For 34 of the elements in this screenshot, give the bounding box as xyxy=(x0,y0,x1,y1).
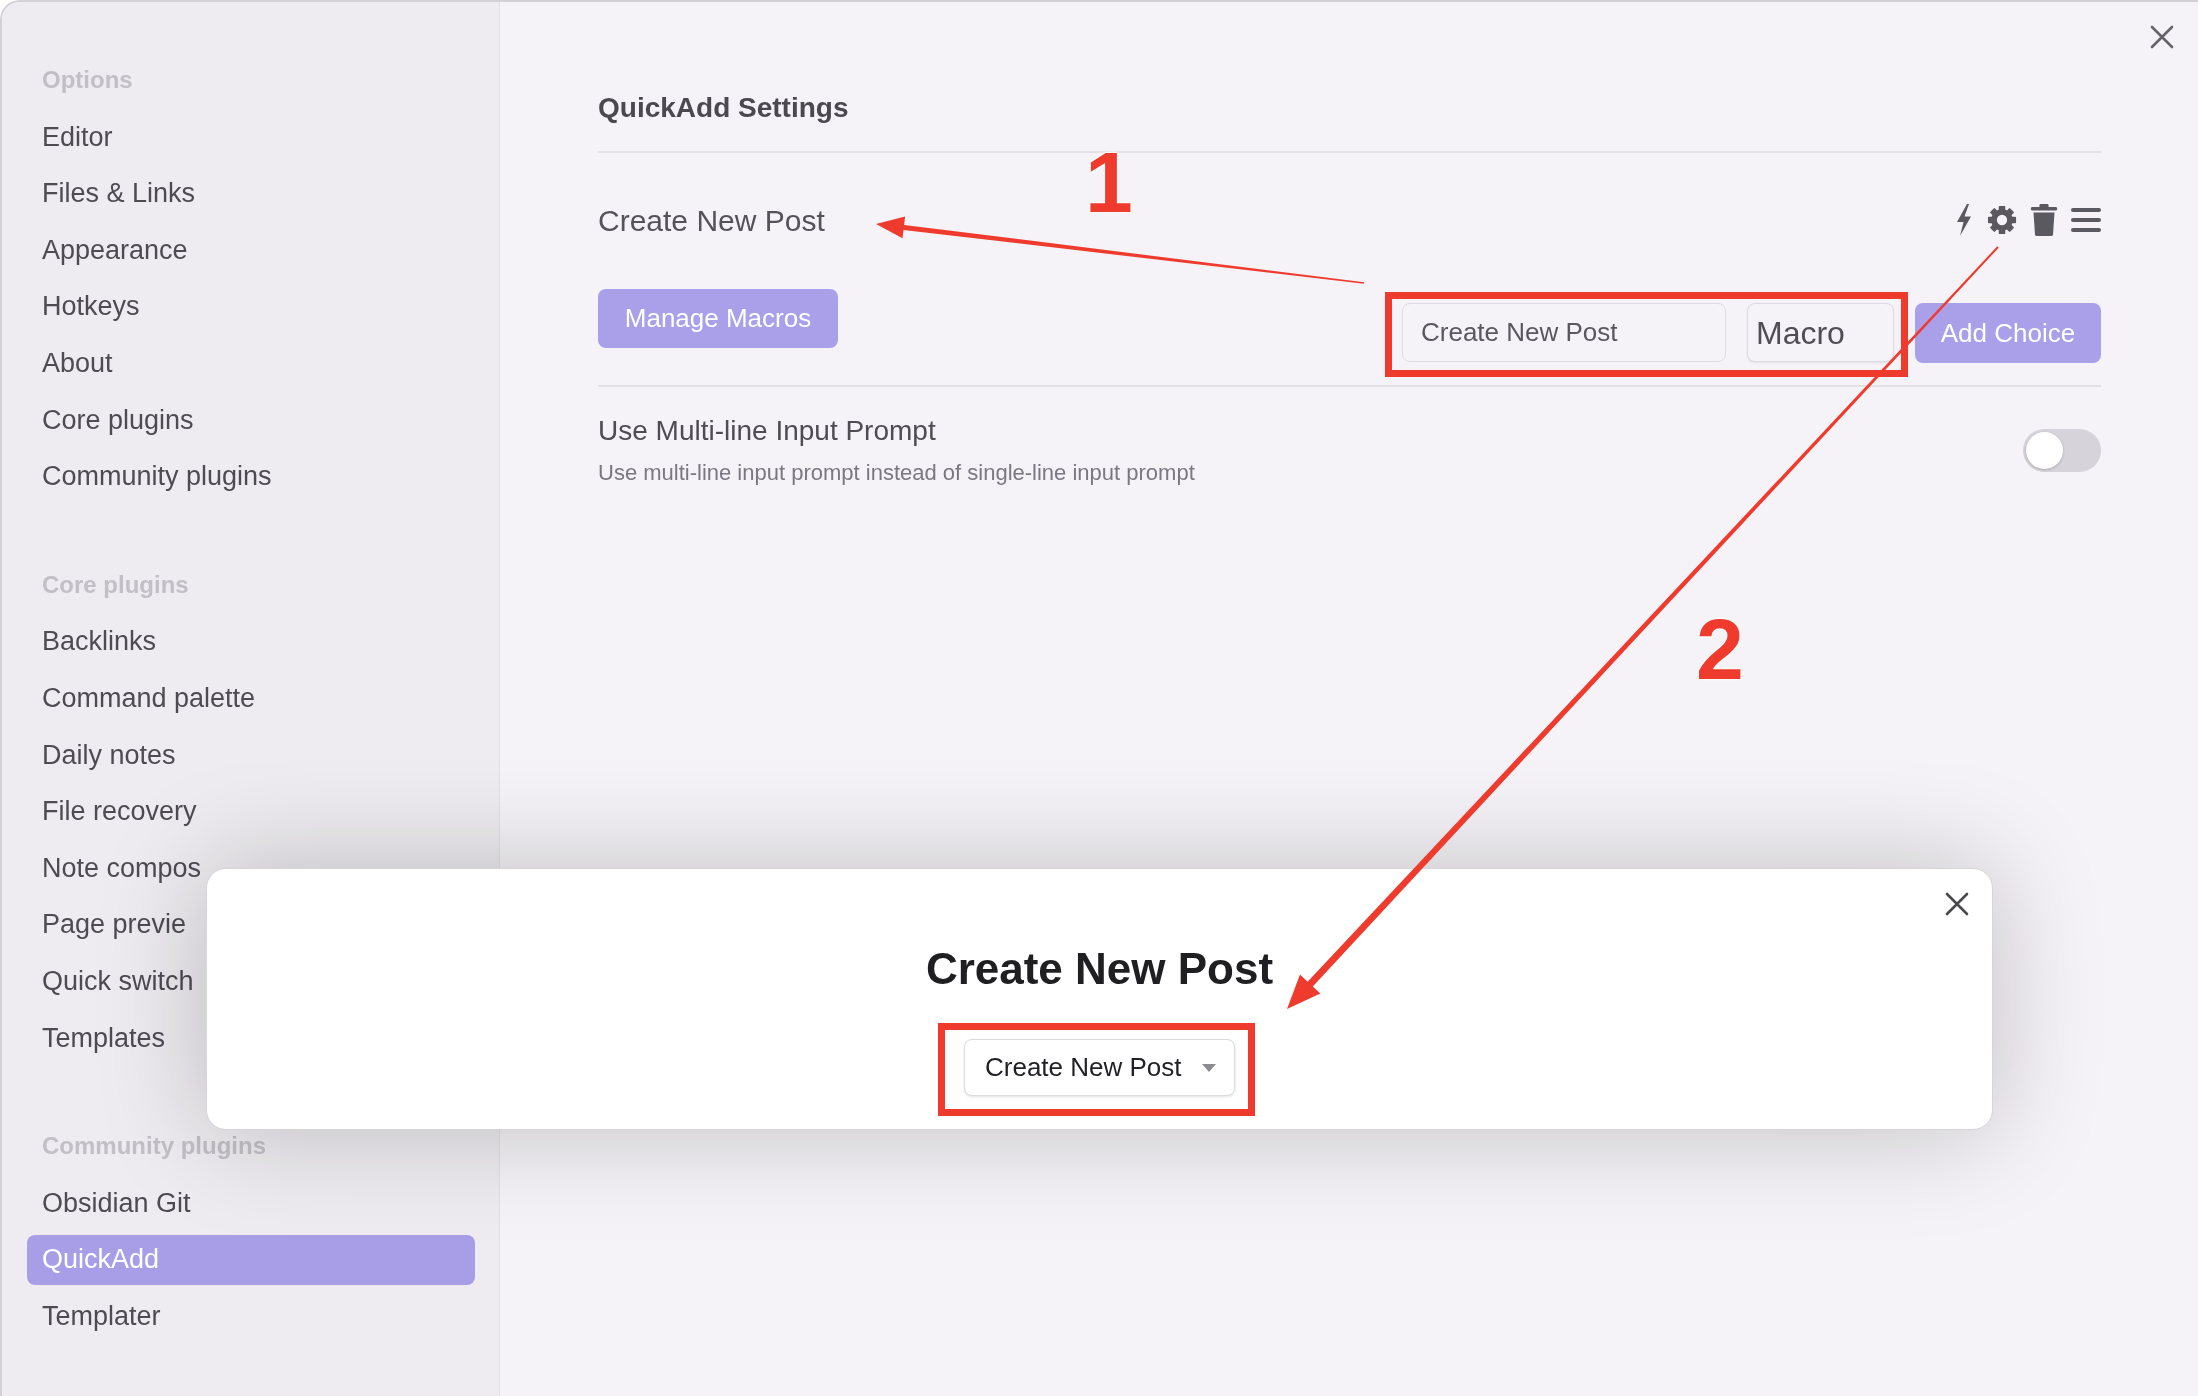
sidebar-item[interactable]: Obsidian Git xyxy=(27,1178,193,1228)
sidebar-item[interactable]: Hotkeys xyxy=(27,281,142,332)
close-icon[interactable] xyxy=(2149,24,2175,50)
dropdown[interactable]: Create New Post xyxy=(964,1039,1235,1096)
caret-icon xyxy=(1202,1063,1216,1072)
sidebar-item[interactable]: Daily notes xyxy=(27,729,178,780)
annotation-number: 2 xyxy=(1696,606,1744,692)
setting-description: Use multi-line input prompt instead of single-line input prompt xyxy=(598,459,1195,487)
sidebar-item[interactable]: About xyxy=(27,338,115,389)
choice-name-input[interactable]: Create New Post xyxy=(1402,303,1726,362)
settings-title: QuickAdd Settings xyxy=(598,91,849,125)
annotation-number: 1 xyxy=(1085,139,1133,225)
sidebar-item[interactable]: Appearance xyxy=(27,225,190,276)
choice-type-select[interactable]: Macro xyxy=(1747,303,1894,362)
sidebar-item[interactable]: Templates xyxy=(27,1012,168,1063)
sidebar-item[interactable]: Core plugins xyxy=(27,394,196,445)
setting-name: Use Multi-line Input Prompt xyxy=(598,414,936,448)
sidebar-item[interactable]: Backlinks xyxy=(27,616,159,667)
sidebar-item[interactable]: Command palette xyxy=(27,673,258,724)
sidebar-item[interactable]: Templater xyxy=(27,1291,163,1342)
toggle-switch[interactable] xyxy=(2023,429,2101,472)
sidebar-item[interactable]: Editor xyxy=(27,111,115,162)
menu-icon[interactable] xyxy=(2071,207,2101,233)
sidebar-item[interactable]: File recovery xyxy=(27,786,199,837)
sidebar-item[interactable]: Quick switch xyxy=(27,956,196,1007)
choice-name: Create New Post xyxy=(598,202,825,239)
sidebar-item[interactable]: Files & Links xyxy=(27,168,198,219)
sidebar-item[interactable]: Note compos xyxy=(27,843,204,893)
modal-title: Create New Post xyxy=(925,943,1274,995)
settings-icon[interactable] xyxy=(1987,205,2017,235)
trash-icon[interactable] xyxy=(2030,204,2058,236)
sidebar-item[interactable]: Page previe xyxy=(27,899,189,950)
sidebar-item[interactable]: Community plugins xyxy=(27,451,274,502)
close-icon[interactable] xyxy=(1945,892,1969,916)
